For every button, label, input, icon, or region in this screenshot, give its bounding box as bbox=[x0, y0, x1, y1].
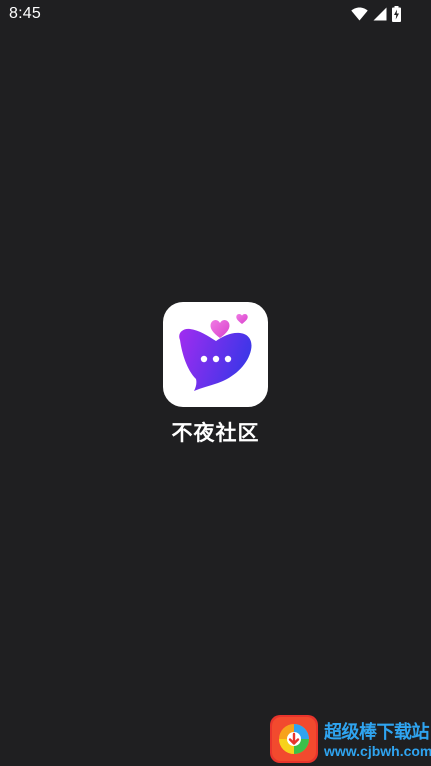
watermark: 超级棒下载站 www.cjbwh.com bbox=[270, 714, 431, 766]
battery-charging-icon bbox=[392, 6, 401, 22]
status-bar: 8:45 bbox=[0, 0, 431, 30]
heart-chat-bubble-icon bbox=[179, 314, 252, 391]
status-icons bbox=[351, 6, 401, 22]
watermark-title: 超级棒下载站 bbox=[324, 722, 430, 743]
wifi-icon bbox=[351, 7, 368, 21]
watermark-url: www.cjbwh.com bbox=[324, 743, 431, 759]
status-time: 8:45 bbox=[9, 5, 41, 22]
app-logo bbox=[163, 302, 268, 407]
splash-screen: 8:45 不夜社区 超级棒下载站 www.cjbwh.com bbox=[0, 0, 431, 766]
watermark-logo bbox=[270, 715, 318, 763]
download-site-logo-icon bbox=[270, 715, 318, 763]
app-name: 不夜社区 bbox=[171, 421, 260, 445]
cellular-signal-icon bbox=[373, 7, 387, 21]
